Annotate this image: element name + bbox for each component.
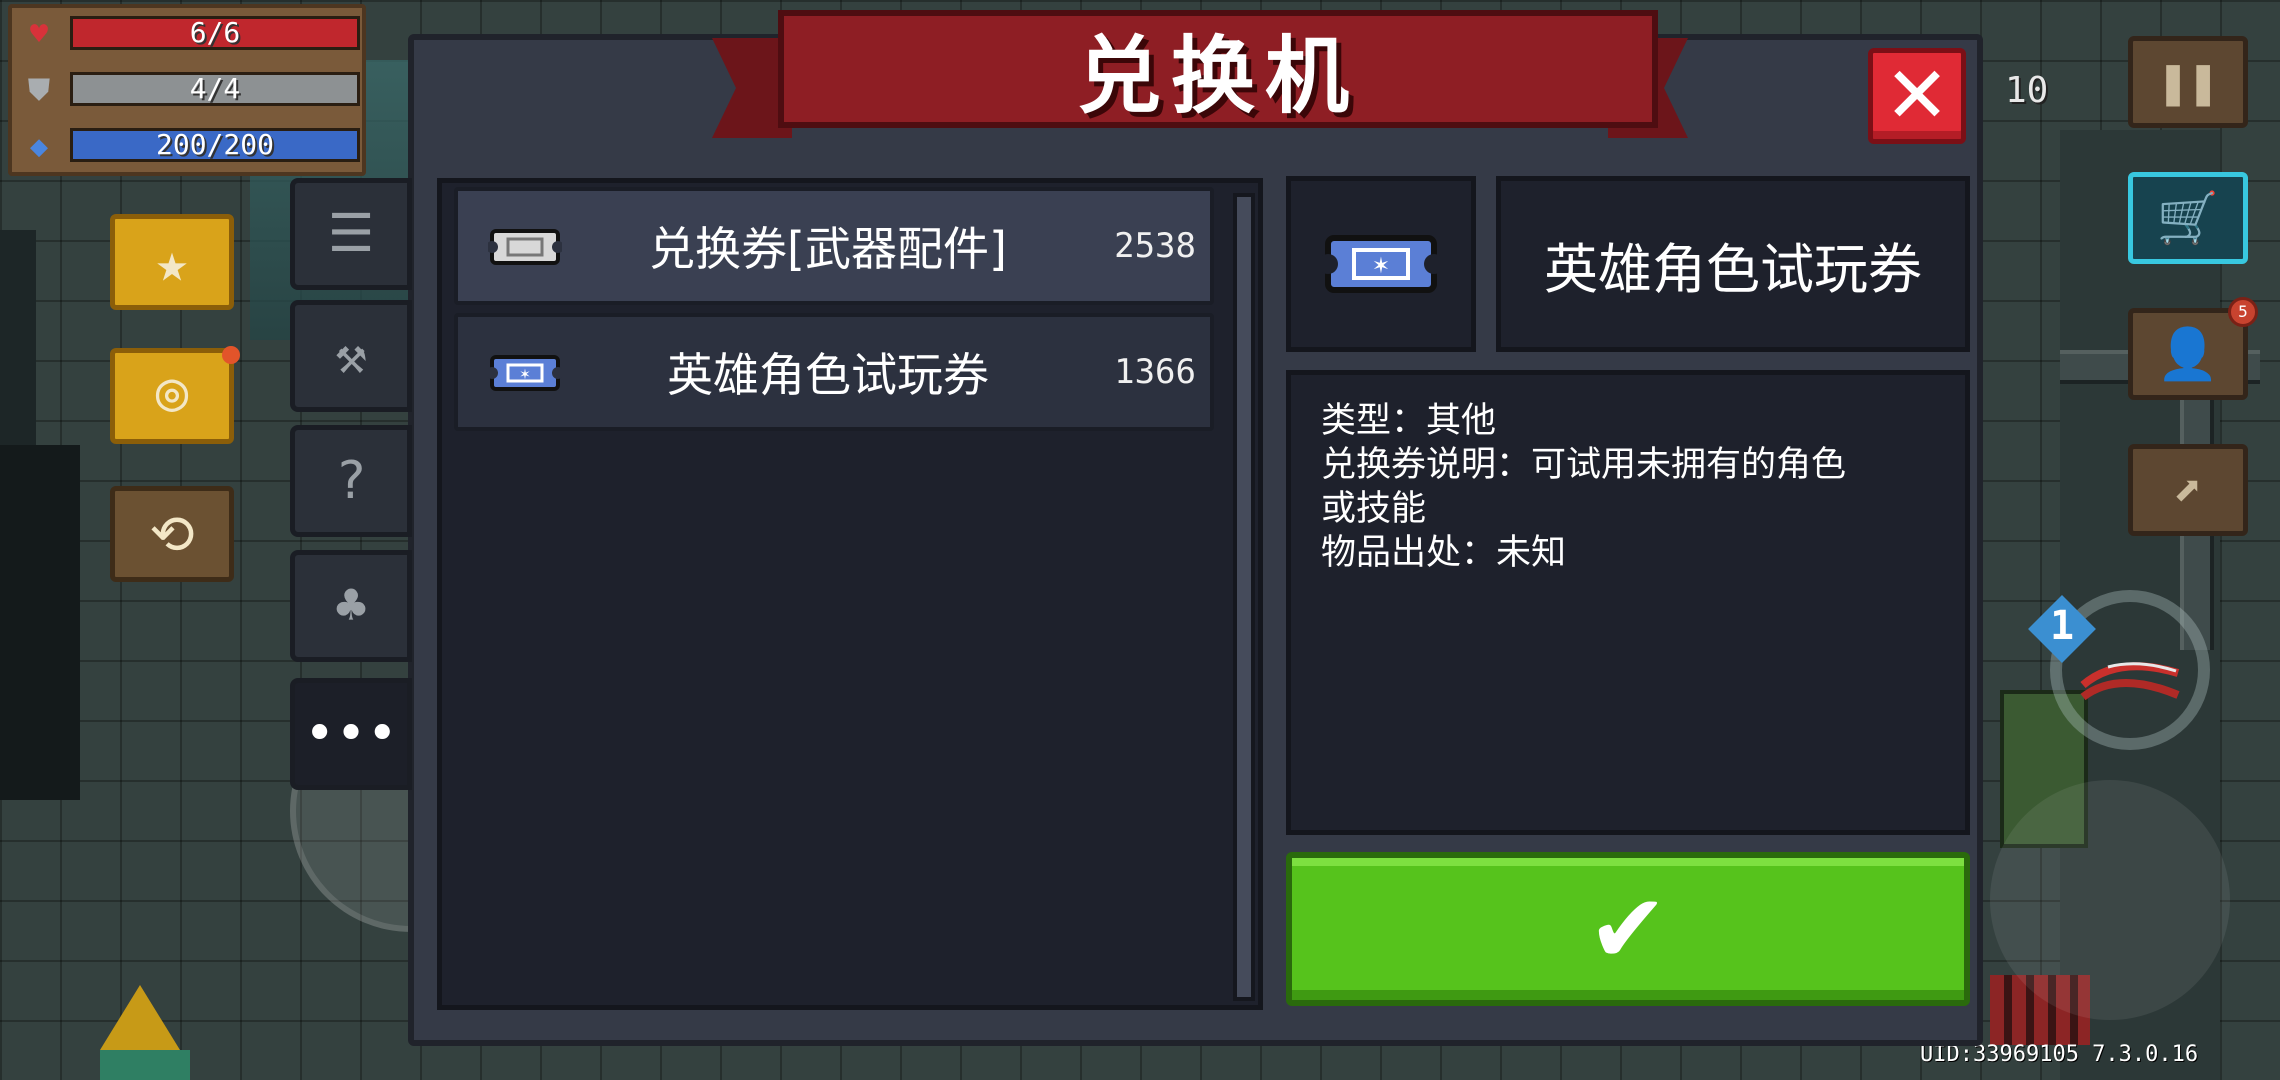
pause-button[interactable]: ❚❚	[2128, 36, 2248, 128]
floor-counter: 10	[2005, 70, 2049, 111]
tab-plants[interactable]: ♣	[290, 550, 412, 662]
cart-icon: 🛒	[2156, 188, 2220, 247]
tab-more[interactable]: •••	[290, 678, 412, 790]
map-button[interactable]: ⌾	[110, 348, 234, 444]
confirm-button[interactable]: ✔	[1286, 852, 1970, 1006]
tab-weapons[interactable]: ⚒	[290, 300, 412, 412]
description-usage-continued: 或技能	[1321, 489, 1427, 529]
background-plant-pot	[100, 1050, 190, 1080]
svg-text:✶: ✶	[1372, 254, 1390, 279]
description-type: 类型：其他	[1321, 401, 1497, 441]
list-icon: ☰	[327, 204, 375, 264]
profile-chat-icon: 👤	[2156, 324, 2220, 383]
energy-bar: 200/200	[70, 128, 360, 162]
warning-sign-icon	[100, 985, 180, 1050]
tab-mystery[interactable]: ?	[290, 425, 412, 537]
heart-icon: ♥	[29, 17, 49, 52]
more-icon: •••	[304, 704, 398, 764]
pause-icon: ❚❚	[2157, 53, 2219, 111]
weapon-icon: ⚒	[335, 326, 367, 386]
upgrade-button[interactable]: ⬈	[2128, 444, 2248, 536]
list-item[interactable]: ✶ 英雄角色试玩券 1366	[454, 313, 1214, 431]
list-item-name: 英雄角色试玩券	[667, 348, 989, 402]
achievements-button[interactable]: ★	[110, 214, 234, 310]
dialog-title: 兑换机	[778, 10, 1658, 128]
close-icon: ✕	[1884, 51, 1950, 141]
scrollbar-thumb[interactable]	[1237, 197, 1251, 997]
chat-badge: 5	[2228, 297, 2258, 327]
tab-list[interactable]: ☰	[290, 178, 412, 290]
swap-character-button[interactable]: ⟲	[110, 486, 234, 582]
detail-item-title: 英雄角色试玩券	[1496, 176, 1970, 352]
shop-button[interactable]: 🛒	[2128, 172, 2248, 264]
swap-icon: ⟲	[149, 502, 195, 566]
attack-button[interactable]	[1990, 780, 2230, 1020]
list-item[interactable]: 兑换券[武器配件] 2538	[454, 187, 1214, 305]
detail-item-icon-box: ✶	[1286, 176, 1476, 352]
hero-trial-ticket-icon: ✶	[1322, 235, 1440, 293]
armor-bar: 4/4	[70, 72, 360, 106]
shield-icon: ⛊	[27, 73, 51, 108]
skill-level-number: 1	[2049, 603, 2075, 649]
notification-dot	[222, 346, 240, 364]
star-icon: ★	[155, 230, 189, 294]
energy-diamond-icon: ◆	[29, 129, 49, 164]
voucher-list: 兑换券[武器配件] 2538 ✶ 英雄角色试玩券 1366	[437, 178, 1263, 1010]
list-item-count: 1366	[1114, 352, 1196, 392]
chat-button[interactable]: 👤	[2128, 308, 2248, 400]
hero-trial-ticket-icon: ✶	[488, 355, 562, 391]
checkmark-icon: ✔	[1587, 873, 1669, 985]
list-item-name: 兑换券[武器配件]	[649, 222, 1007, 276]
background-wall-dark	[0, 445, 80, 800]
detail-item-description: 类型：其他 兑换券说明：可试用未拥有的角色 或技能 物品出处：未知	[1286, 370, 1970, 835]
location-pin-icon: ⌾	[155, 364, 189, 428]
upgrade-arrow-icon: ⬈	[2172, 461, 2204, 519]
description-usage: 兑换券说明：可试用未拥有的角色	[1321, 445, 1847, 485]
plant-icon: ♣	[335, 576, 367, 636]
mystery-icon: ?	[335, 451, 367, 511]
list-item-count: 2538	[1114, 226, 1196, 266]
list-scrollbar[interactable]	[1233, 193, 1255, 1001]
dual-blades-icon	[2080, 662, 2180, 701]
close-button[interactable]: ✕	[1868, 48, 1966, 144]
hp-bar: 6/6	[70, 16, 360, 50]
weapon-parts-ticket-icon	[488, 229, 562, 265]
svg-text:✶: ✶	[519, 367, 531, 383]
status-hud: ♥ 6/6 ⛊ 4/4 ◆ 200/200	[8, 4, 366, 176]
description-source: 物品出处：未知	[1321, 533, 1567, 573]
